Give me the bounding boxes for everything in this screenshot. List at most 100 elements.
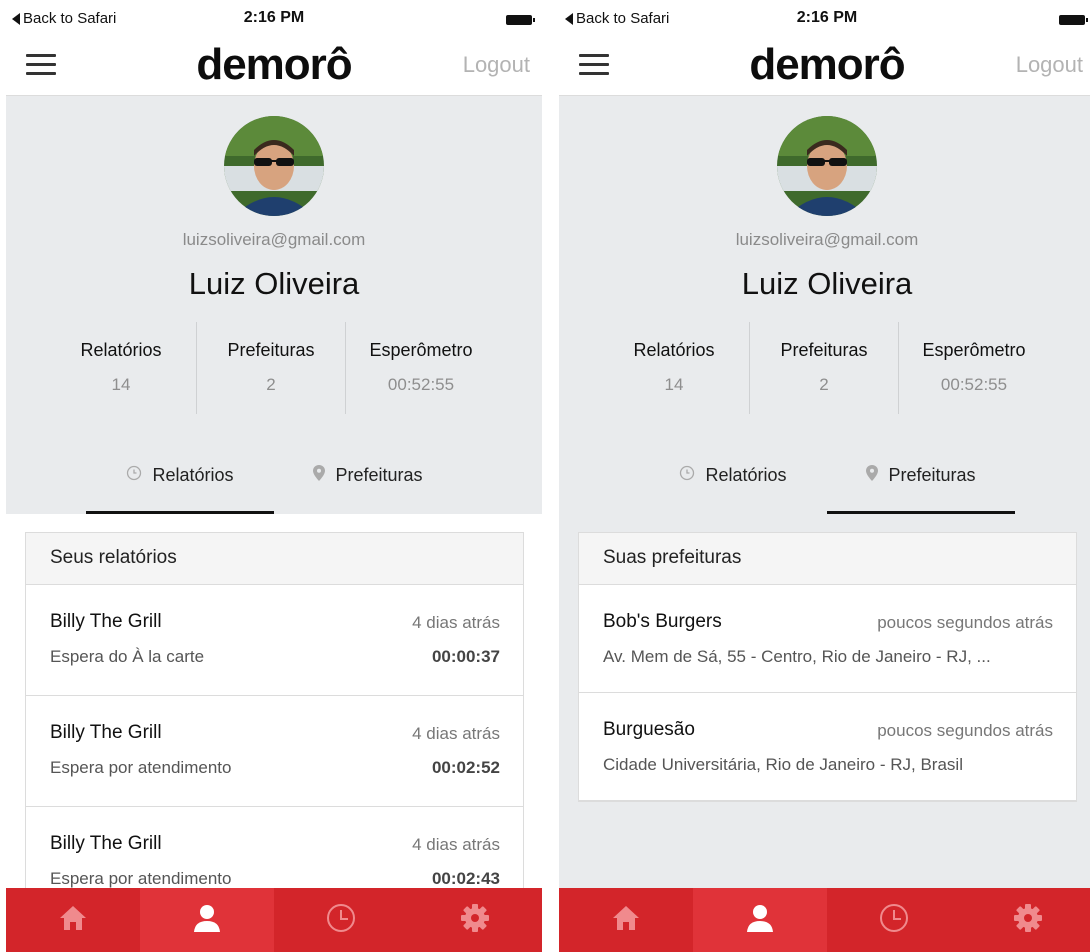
stat-label: Relatórios xyxy=(80,340,162,360)
app-header: demorô Logout xyxy=(559,38,1090,96)
report-place: Billy The Grill xyxy=(50,722,162,743)
municipality-item[interactable]: Bob's Burgers poucos segundos atrás Av. … xyxy=(579,585,1076,693)
nav-history[interactable] xyxy=(827,888,961,952)
stat-label: Relatórios xyxy=(633,340,715,360)
status-bar: Back to Safari 2:16 PM xyxy=(559,0,1090,38)
stat-value: 00:52:55 xyxy=(387,375,455,394)
battery-icon xyxy=(506,15,535,25)
stat-label: Prefeituras xyxy=(780,340,868,360)
tab-relatorios[interactable]: Relatórios xyxy=(86,452,274,514)
avatar xyxy=(777,116,877,216)
profile-email: luizsoliveira@gmail.com xyxy=(182,230,366,249)
home-icon xyxy=(58,904,88,937)
report-place: Billy The Grill xyxy=(50,833,162,854)
logout-button[interactable]: Logout xyxy=(463,52,530,78)
stat-relatorios: Relatórios 14 xyxy=(599,322,749,414)
card-title: Suas prefeituras xyxy=(579,533,1076,585)
tab-label: Relatórios xyxy=(152,465,234,485)
profile-tabs: Relatórios Prefeituras xyxy=(559,452,1090,514)
report-type: Espera por atendimento xyxy=(50,758,232,777)
stat-value: 00:52:55 xyxy=(940,375,1008,394)
report-duration: 00:02:43 xyxy=(431,869,500,888)
bottom-nav xyxy=(559,888,1090,952)
report-place: Billy The Grill xyxy=(50,611,162,632)
stat-label: Esperômetro xyxy=(922,340,1026,360)
report-type: Espera por atendimento xyxy=(50,869,232,888)
bottom-nav xyxy=(6,888,542,952)
report-item[interactable]: Billy The Grill 4 dias atrás Espera do À… xyxy=(26,585,523,696)
stat-value: 2 xyxy=(266,375,276,394)
tab-relatorios[interactable]: Relatórios xyxy=(639,452,827,514)
brand-logo: demorô xyxy=(749,40,905,89)
profile-stats: Relatórios 14 Prefeituras 2 Esperômetro … xyxy=(599,322,1055,414)
map-pin-icon xyxy=(313,465,326,486)
nav-settings[interactable] xyxy=(408,888,542,952)
profile-icon xyxy=(745,903,775,938)
content-area: Suas prefeituras Bob's Burgers poucos se… xyxy=(559,514,1090,888)
nav-profile[interactable] xyxy=(140,888,274,952)
report-time-ago: 4 dias atrás xyxy=(412,724,500,743)
tab-label: Prefeituras xyxy=(335,465,423,485)
card-title: Seus relatórios xyxy=(26,533,523,585)
battery-icon xyxy=(1059,15,1088,25)
stat-value: 14 xyxy=(664,375,684,394)
report-duration: 00:00:37 xyxy=(431,647,500,666)
profile-tabs: Relatórios Prefeituras xyxy=(6,452,542,514)
report-type: Espera do À la carte xyxy=(50,647,205,666)
profile-icon xyxy=(192,903,222,938)
nav-profile[interactable] xyxy=(693,888,827,952)
status-bar: Back to Safari 2:16 PM xyxy=(6,0,542,38)
nav-home[interactable] xyxy=(559,888,693,952)
stat-prefeituras: Prefeituras 2 xyxy=(196,322,346,414)
app-header: demorô Logout xyxy=(6,38,542,96)
stat-label: Prefeituras xyxy=(227,340,315,360)
municipality-address: Cidade Universitária, Rio de Janeiro - R… xyxy=(603,755,963,774)
status-time: 2:16 PM xyxy=(796,9,858,26)
report-time-ago: 4 dias atrás xyxy=(412,613,500,632)
profile-email: luizsoliveira@gmail.com xyxy=(735,230,919,249)
stat-prefeituras: Prefeituras 2 xyxy=(749,322,899,414)
municipalities-card: Suas prefeituras Bob's Burgers poucos se… xyxy=(578,532,1077,802)
municipality-name: Bob's Burgers xyxy=(603,611,722,632)
gear-icon xyxy=(459,902,491,939)
clock-icon xyxy=(878,902,910,939)
stat-esperometro: Esperômetro 00:52:55 xyxy=(346,322,496,414)
gear-icon xyxy=(1012,902,1044,939)
content-area: Seus relatórios Billy The Grill 4 dias a… xyxy=(6,514,542,919)
stat-value: 14 xyxy=(111,375,131,394)
phone-screen-municipalities: Back to Safari 2:16 PM demorô Logout lui… xyxy=(559,0,1090,952)
profile-name: Luiz Oliveira xyxy=(188,266,360,301)
nav-home[interactable] xyxy=(6,888,140,952)
brand-logo: demorô xyxy=(196,40,352,89)
report-item[interactable]: Billy The Grill 4 dias atrás Espera por … xyxy=(26,696,523,807)
home-icon xyxy=(611,904,641,937)
municipality-item[interactable]: Burguesão poucos segundos atrás Cidade U… xyxy=(579,693,1076,801)
tab-prefeituras[interactable]: Prefeituras xyxy=(827,452,1015,514)
stat-value: 2 xyxy=(819,375,829,394)
map-pin-icon xyxy=(866,465,879,486)
clock-icon xyxy=(325,902,357,939)
profile-panel: luizsoliveira@gmail.com Luiz Oliveira Re… xyxy=(6,96,542,514)
profile-stats: Relatórios 14 Prefeituras 2 Esperômetro … xyxy=(46,322,502,414)
clock-icon xyxy=(126,465,142,486)
municipality-time-ago: poucos segundos atrás xyxy=(877,721,1053,740)
tab-label: Prefeituras xyxy=(888,465,976,485)
report-time-ago: 4 dias atrás xyxy=(412,835,500,854)
municipality-name: Burguesão xyxy=(603,719,695,740)
phone-screen-reports: Back to Safari 2:16 PM demorô Logout lui… xyxy=(6,0,542,952)
logout-button[interactable]: Logout xyxy=(1016,52,1083,78)
status-time: 2:16 PM xyxy=(243,9,305,26)
clock-icon xyxy=(679,465,695,486)
report-duration: 00:02:52 xyxy=(431,758,500,777)
tab-prefeituras[interactable]: Prefeituras xyxy=(274,452,462,514)
profile-name: Luiz Oliveira xyxy=(741,266,913,301)
municipality-time-ago: poucos segundos atrás xyxy=(877,613,1053,632)
reports-card: Seus relatórios Billy The Grill 4 dias a… xyxy=(25,532,524,919)
nav-history[interactable] xyxy=(274,888,408,952)
nav-settings[interactable] xyxy=(961,888,1090,952)
stat-esperometro: Esperômetro 00:52:55 xyxy=(899,322,1049,414)
stat-relatorios: Relatórios 14 xyxy=(46,322,196,414)
avatar xyxy=(224,116,324,216)
municipality-address: Av. Mem de Sá, 55 - Centro, Rio de Janei… xyxy=(603,647,991,666)
profile-panel: luizsoliveira@gmail.com Luiz Oliveira Re… xyxy=(559,96,1090,514)
